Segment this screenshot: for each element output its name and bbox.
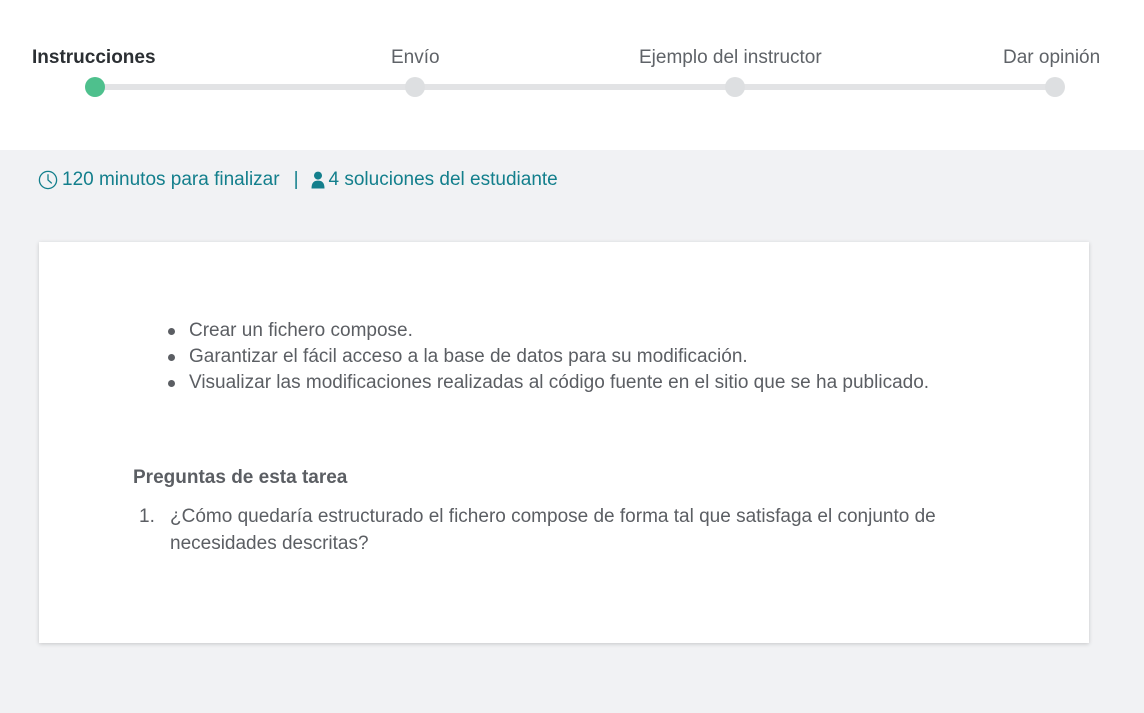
question-text: ¿Cómo quedaría estructurado el fichero c… — [170, 506, 936, 554]
step-instrucciones[interactable]: Instrucciones — [32, 47, 156, 69]
step-dot-envio[interactable] — [405, 77, 425, 97]
list-item: Garantizar el fácil acceso a la base de … — [167, 344, 929, 370]
user-icon — [311, 171, 325, 189]
clock-icon — [38, 170, 58, 190]
progress-stepper: Instrucciones Envío Ejemplo del instruct… — [0, 0, 1144, 150]
instructions-card: Crear un fichero compose. Garantizar el … — [39, 242, 1089, 643]
list-item: Visualizar las modificaciones realizadas… — [167, 370, 929, 396]
student-solutions-link[interactable]: 4 soluciones del estudiante — [329, 169, 558, 191]
step-dar-opinion[interactable]: Dar opinión — [1003, 47, 1100, 69]
question-number: 1. — [139, 506, 155, 527]
step-envio[interactable]: Envío — [391, 47, 440, 69]
step-dot-dar-opinion[interactable] — [1045, 77, 1065, 97]
step-ejemplo-instructor[interactable]: Ejemplo del instructor — [639, 47, 822, 69]
stepper-track — [95, 84, 1055, 90]
step-dot-instrucciones[interactable] — [85, 77, 105, 97]
meta-separator: | — [293, 169, 299, 190]
requirements-list: Crear un fichero compose. Garantizar el … — [167, 318, 929, 396]
assignment-meta: 120 minutos para finalizar | 4 solucione… — [38, 167, 558, 193]
assignment-content: 120 minutos para finalizar | 4 solucione… — [0, 150, 1144, 713]
question-item: 1. ¿Cómo quedaría estructurado el ficher… — [133, 503, 983, 557]
step-dot-ejemplo-instructor[interactable] — [725, 77, 745, 97]
list-item: Crear un fichero compose. — [167, 318, 929, 344]
questions-heading: Preguntas de esta tarea — [133, 467, 348, 488]
time-to-complete: 120 minutos para finalizar — [62, 169, 280, 190]
